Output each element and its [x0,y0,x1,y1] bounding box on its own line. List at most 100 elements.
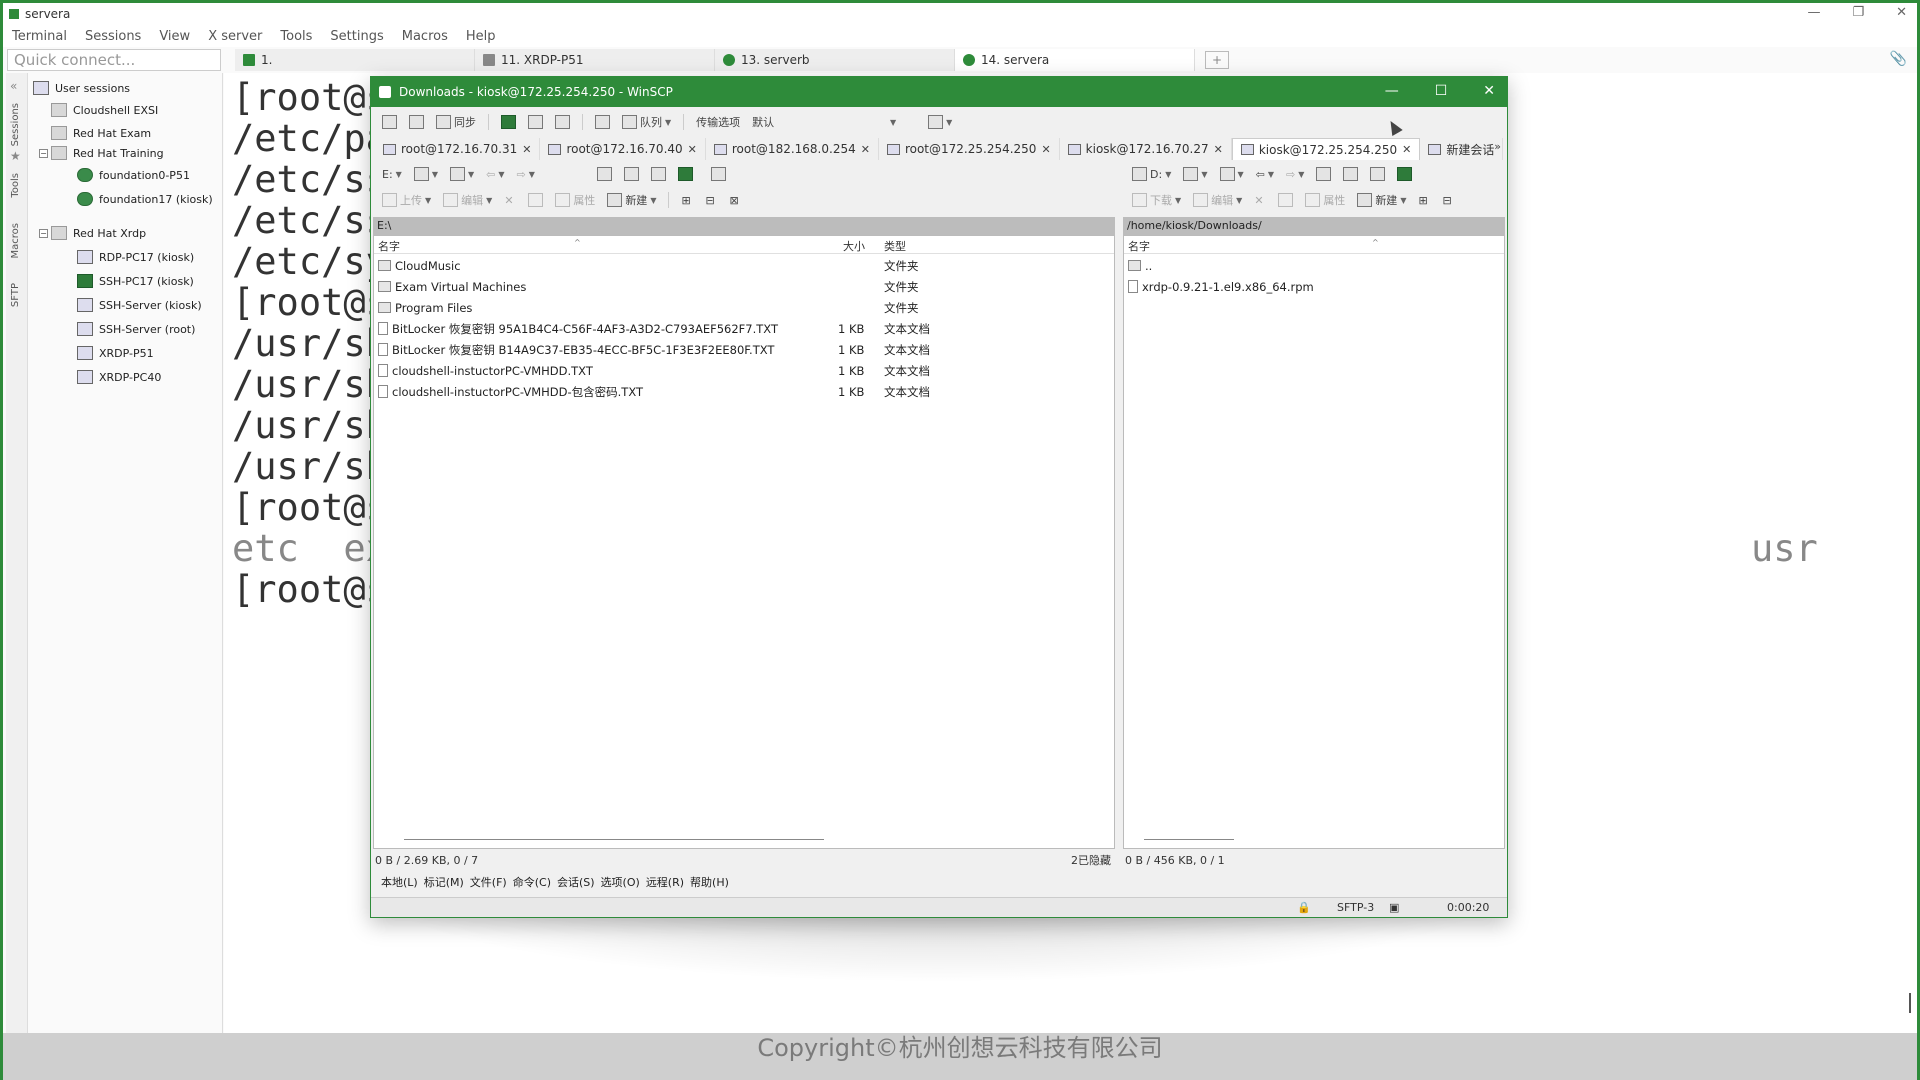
quick-connect-input[interactable]: Quick connect... [7,49,221,71]
session-tab[interactable]: root@172.25.254.250 ✕ [879,138,1060,160]
properties-button[interactable]: 属性 [552,191,598,209]
tree-item-redhat-exam[interactable]: Red Hat Exam [51,122,151,144]
parent-dir-button[interactable] [594,165,615,183]
tree-item-foundation0[interactable]: foundation0-P51 [77,164,190,186]
session-tab[interactable]: root@182.168.0.254 ✕ [706,138,879,160]
tree-root[interactable]: User sessions [33,77,130,99]
file-row[interactable]: BitLocker 恢复密钥 95A1B4C4-C56F-4AF3-A3D2-C… [378,318,1108,339]
root-dir-button[interactable] [1340,165,1361,183]
parent-dir-button[interactable] [1313,165,1334,183]
left-path-bar[interactable]: E:\ [373,217,1115,235]
sftp-side-tab[interactable]: SFTP [10,283,21,307]
file-row[interactable]: cloudshell-instuctorPC-VMHDD.TXT 1 KB 文本文档 [378,360,1108,381]
filter-button[interactable]: ▼ [1217,165,1247,183]
menu-mark[interactable]: 标记(M) [424,874,464,892]
tree-item-cloudshell[interactable]: Cloudshell EXSI [51,99,158,121]
sync-button[interactable]: 同步 [433,113,479,131]
close-icon[interactable]: ✕ [1041,143,1050,156]
tree-item-xrdp-p51[interactable]: XRDP-P51 [77,342,154,364]
sessions-side-tab[interactable]: Sessions [10,103,21,146]
new-tab-button[interactable]: + [1205,51,1229,69]
home-button[interactable] [648,165,669,183]
tree-item-redhat-xrdp[interactable]: Red Hat Xrdp [51,222,146,244]
new-button[interactable]: 新建 ▼ [604,191,659,209]
tab-serverb[interactable]: 13. serverb [715,49,955,71]
terminal-scrollbar[interactable] [1909,993,1911,1013]
new-button[interactable]: 新建 ▼ [1354,191,1409,209]
open-dir-button[interactable]: ▼ [411,165,441,183]
menu-help[interactable]: Help [457,29,505,44]
menu-files[interactable]: 文件(F) [470,874,507,892]
left-file-pane[interactable]: 名字 ^ 大小 类型 CloudMusic 文件夹 Exam Virtual Ma… [373,235,1115,849]
back-button[interactable]: ⇦ ▼ [483,165,507,183]
parent-dir-row[interactable]: .. [1128,255,1498,276]
rename-button[interactable] [525,191,546,209]
home-button[interactable] [1367,165,1388,183]
tree-item-ssh-server-root[interactable]: SSH-Server (root) [77,318,195,340]
close-icon[interactable]: ✕ [1896,5,1907,20]
file-row[interactable]: Exam Virtual Machines 文件夹 [378,276,1108,297]
close-icon[interactable]: ✕ [1214,143,1223,156]
col-name[interactable]: 名字 [1128,238,1150,254]
collapse-icon[interactable]: « [10,79,17,93]
back-button[interactable]: ⇦ ▼ [1253,165,1277,183]
forward-button[interactable]: ⇨ ▼ [1283,165,1307,183]
menu-options[interactable]: 选项(O) [601,874,640,892]
queue-button[interactable]: 队列 ▼ [619,113,674,131]
new-window-button[interactable] [379,113,400,131]
refresh-button[interactable] [1394,165,1415,183]
file-row[interactable]: xrdp-0.9.21-1.el9.x86_64.rpm [1128,276,1498,297]
rename-button[interactable] [1275,191,1296,209]
file-row[interactable]: BitLocker 恢复密钥 B14A9C37-EB35-4ECC-BF5C-1… [378,339,1108,360]
tree-item-foundation17[interactable]: foundation17 (kiosk) [77,188,213,210]
session-tab[interactable]: root@172.16.70.40 ✕ [540,138,706,160]
close-icon[interactable]: ✕ [1483,83,1495,99]
left-hscrollbar[interactable] [404,839,824,840]
menu-help[interactable]: 帮助(H) [690,874,729,892]
unselect-button[interactable]: ⊟ [1439,191,1457,209]
macros-side-tab[interactable]: Macros [10,223,21,258]
session-tab-active[interactable]: kiosk@172.25.254.250 ✕ [1231,138,1421,160]
col-type[interactable]: 类型 [884,238,906,254]
maximize-icon[interactable]: ☐ [1435,83,1448,99]
menu-sessions[interactable]: Sessions [76,29,150,44]
refresh-button[interactable] [675,165,696,183]
menu-view[interactable]: View [150,29,199,44]
tab-servera[interactable]: 14. servera [955,49,1195,71]
menu-macros[interactable]: Macros [393,29,457,44]
menu-settings[interactable]: Settings [321,29,392,44]
tree-item-xrdp-pc40[interactable]: XRDP-PC40 [77,366,161,388]
minimize-icon[interactable]: — [1807,5,1820,20]
paperclip-icon[interactable]: 📎 [1890,51,1907,67]
edit-button[interactable]: 编辑 ▼ [1190,191,1245,209]
transfer-preset-button[interactable]: ▼ [925,113,955,131]
delete-button[interactable]: ✕ [1251,191,1269,209]
select-all-button[interactable]: ⊞ [678,191,696,209]
menu-commands[interactable]: 命令(C) [513,874,551,892]
file-row[interactable]: CloudMusic 文件夹 [378,255,1108,276]
forward-button[interactable]: ⇨ ▼ [514,165,538,183]
tree-item-ssh-pc17[interactable]: SSH-PC17 (kiosk) [77,270,194,292]
new-session-tab[interactable]: 新建会话 [1420,138,1504,160]
download-button[interactable]: 下载 ▼ [1129,191,1184,209]
left-drive-select[interactable]: E: ▼ [379,165,405,183]
close-icon[interactable]: ✕ [688,143,697,156]
tree-item-rdp-pc17[interactable]: RDP-PC17 (kiosk) [77,246,194,268]
menu-remote[interactable]: 远程(R) [646,874,684,892]
open-dir-button[interactable]: ▼ [1180,165,1210,183]
tree-item-redhat-training[interactable]: Red Hat Training [51,142,164,164]
unselect-button[interactable]: ⊟ [702,191,720,209]
tree-item-ssh-server-kiosk[interactable]: SSH-Server (kiosk) [77,294,202,316]
upload-button[interactable]: 上传 ▼ [379,191,434,209]
maximize-icon[interactable]: ❐ [1852,5,1864,20]
putty-button[interactable] [525,113,546,131]
find-button[interactable] [708,165,729,183]
queue-toggle-button[interactable] [552,113,573,131]
tools-side-tab[interactable]: Tools [10,173,21,198]
menu-tools[interactable]: Tools [271,29,321,44]
tabs-overflow-icon[interactable]: » [1494,140,1501,153]
minimize-icon[interactable]: — [1385,83,1399,99]
right-drive-select[interactable]: D: ▼ [1129,165,1174,183]
file-row[interactable]: cloudshell-instuctorPC-VMHDD-包含密码.TXT 1 K… [378,381,1108,402]
collapse-toggle[interactable]: − [39,149,48,158]
